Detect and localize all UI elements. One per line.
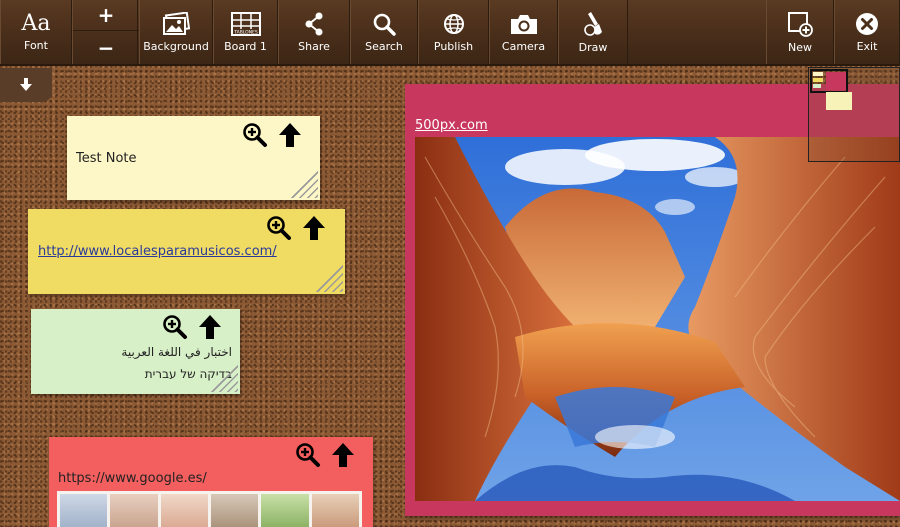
new-label: New	[788, 40, 812, 54]
collapse-toolbar-button[interactable]	[0, 68, 52, 102]
camera-label: Camera	[501, 39, 546, 53]
new-button[interactable]: New	[766, 0, 834, 64]
magnifier-icon	[373, 13, 396, 36]
note-link[interactable]: http://www.localesparamusicos.com/	[38, 244, 277, 259]
zoom-in-icon[interactable]	[266, 215, 292, 241]
exit-button[interactable]: Exit	[834, 0, 900, 64]
zoom-controls: + −	[72, 0, 139, 64]
camera-icon	[510, 14, 537, 34]
arrow-down-icon	[20, 78, 32, 91]
board-label: Board 1	[224, 39, 267, 53]
globe-icon	[443, 13, 464, 34]
minimap-photo	[826, 72, 846, 90]
font-label: Font	[24, 38, 48, 52]
exit-label: Exit	[856, 39, 878, 53]
draw-button[interactable]: Draw	[558, 0, 628, 64]
board-button[interactable]: TABLONES Board 1	[213, 0, 278, 64]
share-label: Share	[298, 39, 330, 53]
close-icon	[856, 12, 878, 35]
note-controls	[242, 122, 302, 148]
sticky-note[interactable]: Test Note	[67, 116, 320, 200]
board-minimap[interactable]	[808, 67, 900, 162]
minimap-note	[813, 78, 823, 82]
image-icon	[163, 11, 190, 35]
resize-handle[interactable]	[315, 264, 343, 292]
arrow-up-icon[interactable]	[198, 314, 222, 340]
arrow-up-icon[interactable]	[302, 215, 326, 241]
plus-icon: +	[97, 3, 115, 27]
toolbar: Aa Font + − Background TABLONES Board 1	[0, 0, 900, 66]
link-preview	[57, 491, 362, 527]
minimap-note	[813, 84, 821, 88]
draw-label: Draw	[578, 40, 608, 54]
search-label: Search	[365, 39, 403, 53]
sticky-note[interactable]: اختبار في اللغة العربية בדיקה של עברית	[31, 309, 240, 394]
zoom-out-button[interactable]: −	[73, 32, 139, 63]
search-button[interactable]: Search	[350, 0, 418, 64]
board-icon: TABLONES	[230, 11, 261, 36]
zoom-in-icon[interactable]	[295, 442, 321, 468]
brush-icon	[584, 11, 602, 36]
share-icon	[305, 12, 323, 35]
font-icon: Aa	[21, 10, 51, 36]
canyon-photo	[415, 137, 900, 501]
note-controls	[295, 442, 355, 468]
zoom-in-icon[interactable]	[162, 314, 188, 340]
minimap-note	[813, 72, 823, 76]
note-text: اختبار في اللغة العربية בדיקה של עברית	[121, 341, 232, 385]
note-controls	[162, 314, 222, 340]
note-line-hebrew: בדיקה של עברית	[144, 367, 232, 381]
zoom-in-button[interactable]: +	[73, 0, 139, 31]
zoom-in-icon[interactable]	[242, 122, 268, 148]
sticky-note[interactable]: http://www.localesparamusicos.com/	[28, 209, 345, 294]
photo-source-link[interactable]: 500px.com	[415, 118, 488, 133]
publish-label: Publish	[433, 39, 474, 53]
arrow-up-icon[interactable]	[278, 122, 302, 148]
background-label: Background	[143, 39, 209, 53]
minus-icon: −	[97, 35, 115, 60]
minimap-note	[826, 92, 852, 110]
publish-button[interactable]: Publish	[418, 0, 489, 64]
arrow-up-icon[interactable]	[331, 442, 355, 468]
font-button[interactable]: Aa Font	[0, 0, 72, 64]
new-note-icon	[788, 11, 813, 37]
minimap-viewport[interactable]	[810, 69, 848, 93]
share-button[interactable]: Share	[278, 0, 350, 64]
note-line-arabic: اختبار في اللغة العربية	[121, 345, 232, 359]
resize-handle[interactable]	[290, 170, 318, 198]
background-button[interactable]: Background	[139, 0, 213, 64]
sticky-note[interactable]: https://www.google.es/	[49, 437, 373, 527]
note-controls	[266, 215, 326, 241]
note-text: Test Note	[76, 151, 137, 166]
board-badge: TABLONES	[233, 29, 258, 35]
note-text: https://www.google.es/	[58, 471, 207, 486]
camera-button[interactable]: Camera	[489, 0, 558, 64]
